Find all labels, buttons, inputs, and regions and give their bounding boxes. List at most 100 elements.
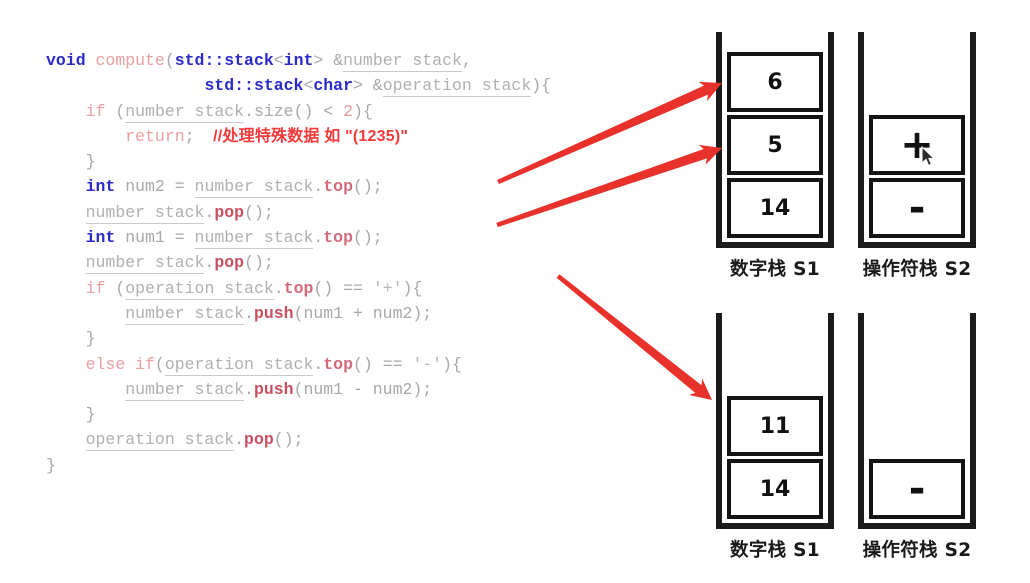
code-token: > &	[352, 76, 383, 96]
code-token: <	[273, 51, 284, 70]
stack-cell: 14	[727, 459, 823, 519]
code-token: ();	[273, 430, 304, 450]
code-line: number stack.push(num1 + num2);	[46, 301, 686, 326]
code-token: push	[253, 303, 294, 323]
code-token: .	[313, 177, 324, 197]
code-token: (num1 - num2);	[293, 379, 433, 399]
operator-stack-cells: + -	[869, 115, 965, 238]
stack-cell: +	[869, 115, 965, 175]
code-token: > &	[313, 51, 344, 70]
operator-stack-after: -	[858, 313, 976, 529]
stack-wall-right	[828, 32, 834, 248]
code-token: number stack	[343, 51, 462, 72]
code-token: number stack	[194, 228, 314, 250]
code-token: () ==	[352, 354, 413, 374]
stack-wall-left	[858, 313, 864, 529]
code-token: (num1 + num2);	[293, 303, 433, 323]
code-token: ();	[353, 177, 383, 197]
operator-stack-label: 操作符栈 S2	[862, 540, 972, 561]
code-token: int	[85, 177, 116, 197]
code-token: .	[313, 354, 324, 374]
code-line: }	[46, 402, 686, 427]
code-token: ){	[402, 278, 423, 298]
stack-wall-left	[858, 32, 864, 248]
code-token: }	[46, 455, 56, 475]
code-token: (	[164, 51, 175, 70]
code-line: number stack.pop();	[46, 250, 686, 275]
code-token: '+'	[372, 278, 403, 298]
code-token: operation stack	[125, 278, 274, 300]
code-token: number stack	[194, 177, 314, 199]
code-token: .	[234, 430, 245, 450]
code-token: (	[105, 278, 126, 298]
stack-wall-bottom	[716, 242, 834, 248]
code-line: std::stack<char> &operation stack){	[46, 73, 686, 98]
code-token: else if	[85, 354, 155, 374]
number-stack-before: 6 5 14	[716, 32, 834, 248]
code-token: if	[85, 101, 106, 121]
code-token: .	[244, 379, 254, 399]
code-line: return; //处理特殊数据 如 "(1235)"	[46, 124, 686, 149]
operator-stack-label: 操作符栈 S2	[862, 259, 972, 280]
code-token: top	[323, 177, 353, 197]
code-token: <	[303, 76, 314, 96]
code-token: operation stack	[382, 76, 532, 98]
code-token: top	[323, 354, 353, 374]
code-token: number stack	[125, 303, 245, 325]
stack-cell: 6	[727, 52, 823, 112]
code-token: void	[46, 51, 86, 70]
code-token: number stack	[125, 379, 245, 401]
code-token: top	[323, 228, 353, 248]
code-token: () ==	[313, 278, 373, 298]
code-line: if (number stack.size() < 2){	[46, 99, 686, 124]
number-stack-label: 数字栈 S1	[730, 259, 820, 280]
code-token: .	[273, 278, 284, 298]
code-token: number stack	[125, 101, 245, 123]
code-token: ){	[531, 76, 552, 96]
code-token: }	[85, 405, 96, 425]
code-token: if	[85, 278, 106, 298]
code-token: std::stack	[174, 51, 274, 70]
code-token: .	[204, 202, 215, 222]
code-token: ,	[461, 51, 472, 70]
code-token: (	[105, 101, 126, 121]
code-token: number stack	[85, 202, 205, 224]
code-token: num2 =	[115, 177, 195, 197]
operator-stack-before: + -	[858, 32, 976, 248]
code-token: size	[253, 101, 294, 121]
code-comment: //处理特殊数据 如 "(1235)"	[194, 127, 409, 145]
number-stack-cells: 11 14	[727, 396, 823, 519]
code-token: () <	[293, 101, 344, 121]
code-line: number stack.push(num1 - num2);	[46, 377, 686, 402]
code-token: ();	[244, 202, 274, 222]
code-token: pop	[214, 253, 245, 273]
number-stack-label: 数字栈 S1	[730, 540, 820, 561]
stack-wall-left	[716, 32, 722, 248]
number-stack-cells: 6 5 14	[727, 52, 823, 238]
code-token: .	[244, 303, 254, 323]
code-token: ;	[184, 126, 195, 146]
code-token: }	[85, 329, 96, 349]
code-line: number stack.pop();	[46, 200, 686, 225]
stack-cell: 14	[727, 178, 823, 238]
code-token: '-'	[412, 354, 443, 374]
code-line: if (operation stack.top() == '+'){	[46, 276, 686, 301]
code-token: std::stack	[204, 76, 304, 96]
code-token: top	[283, 278, 314, 298]
code-token: compute	[95, 51, 165, 70]
stack-wall-left	[716, 313, 722, 529]
stack-cell: 5	[727, 115, 823, 175]
code-token: operation stack	[164, 354, 314, 376]
